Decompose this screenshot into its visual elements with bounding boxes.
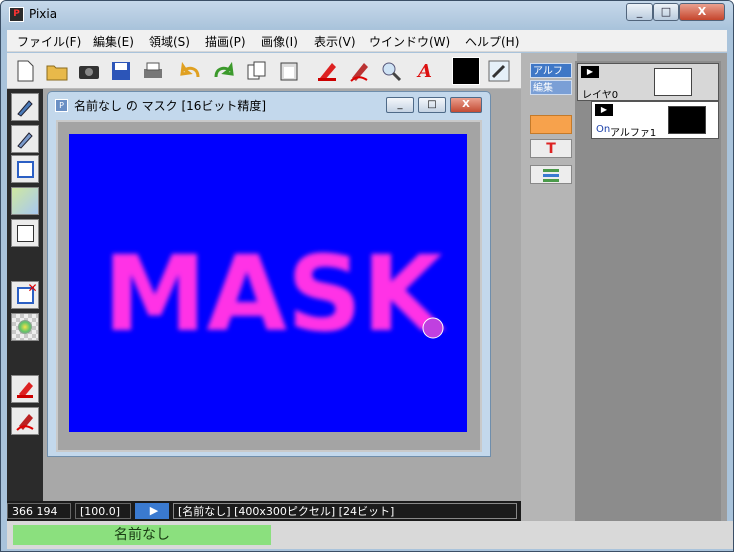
right-panel: アルファ1 編集 T ▶ レイヤ0 ▶ On アルファ1	[521, 53, 727, 549]
toolbar: A	[7, 53, 521, 89]
tab-edit[interactable]: 編集	[530, 80, 572, 95]
document-title: 名前なし の マスク [16ビット精度]	[74, 99, 267, 113]
menu-view[interactable]: 表示(V)	[314, 33, 356, 50]
print-icon[interactable]	[139, 57, 167, 85]
clear-selection-icon[interactable]: ✕	[11, 281, 39, 309]
new-file-icon[interactable]	[11, 57, 39, 85]
rectangle-select-icon[interactable]	[11, 155, 39, 183]
save-icon[interactable]	[107, 57, 135, 85]
image-info: [名前なし] [400x300ピクセル] [24ビット]	[173, 503, 517, 519]
orange-swatch-button[interactable]	[530, 115, 572, 134]
brush-cursor	[422, 317, 444, 339]
layer-thumbnail	[668, 106, 706, 134]
pixia-window: P Pixia _ □ X ファイル(F) 編集(E) 領域(S) 描画(P) …	[0, 0, 734, 552]
layer-name: アルファ1	[610, 128, 657, 139]
layer-item[interactable]: ▶ レイヤ0	[577, 63, 719, 101]
status-bar: 366 194 [100.0] ▶ [名前なし] [400x300ピクセル] […	[7, 501, 521, 521]
gradient-icon[interactable]	[11, 187, 39, 215]
canvas-mask-text: MASK	[103, 233, 446, 355]
document-minimize-button[interactable]: _	[386, 97, 414, 113]
document-close-button[interactable]: X	[450, 97, 482, 113]
redo-icon[interactable]	[209, 57, 237, 85]
layer-stack-icon[interactable]	[530, 165, 572, 184]
texture-icon[interactable]	[11, 313, 39, 341]
rectangle-icon[interactable]	[11, 219, 39, 247]
bucket-2-icon[interactable]	[11, 407, 39, 435]
mask-canvas[interactable]: MASK	[69, 134, 467, 432]
right-panel-controls: アルファ1 編集 T	[521, 53, 577, 549]
pen-icon[interactable]	[345, 57, 373, 85]
menu-window[interactable]: ウインドウ(W)	[369, 33, 450, 50]
layer-prefix: On	[596, 124, 611, 135]
document-maximize-button[interactable]: □	[418, 97, 446, 113]
tab-alpha1[interactable]: アルファ1	[530, 63, 572, 92]
document-tabs-bar: 名前なし	[7, 521, 733, 549]
maximize-button[interactable]: □	[653, 3, 679, 21]
menu-bar: ファイル(F) 編集(E) 領域(S) 描画(P) 画像(I) 表示(V) ウイ…	[7, 30, 727, 52]
pen-tool-icon[interactable]	[11, 93, 39, 121]
layer-name: レイヤ0	[582, 90, 619, 101]
undo-icon[interactable]	[177, 57, 205, 85]
layer-thumbnail	[654, 68, 692, 96]
color-swatch-icon[interactable]	[451, 57, 481, 85]
menu-draw[interactable]: 描画(P)	[205, 33, 246, 50]
text-a-icon[interactable]: A	[411, 57, 439, 85]
document-tab[interactable]: 名前なし	[13, 525, 271, 545]
play-icon[interactable]: ▶	[135, 503, 169, 519]
document-icon: P	[55, 99, 68, 112]
title-bar[interactable]: P Pixia _ □ X	[1, 1, 733, 29]
camera-icon[interactable]	[75, 57, 103, 85]
menu-region[interactable]: 領域(S)	[149, 33, 190, 50]
menu-edit[interactable]: 編集(E)	[93, 33, 134, 50]
magnifier-icon[interactable]	[377, 57, 405, 85]
pixia-app-icon[interactable]: P	[9, 7, 24, 22]
close-button[interactable]: X	[679, 3, 725, 21]
text-mark-icon[interactable]: T	[530, 139, 572, 158]
bucket-icon[interactable]	[11, 375, 39, 403]
left-tool-bar: ✕	[7, 89, 43, 501]
eyedropper-icon[interactable]	[485, 57, 513, 85]
visibility-icon[interactable]: ▶	[581, 66, 599, 78]
menu-file[interactable]: ファイル(F)	[17, 33, 81, 50]
minimize-button[interactable]: _	[626, 3, 653, 21]
layers-list: ▶ レイヤ0 ▶ On アルファ1	[575, 61, 721, 549]
copy-icon[interactable]	[243, 57, 271, 85]
menu-image[interactable]: 画像(I)	[261, 33, 298, 50]
coordinates-readout: 366 194	[7, 503, 71, 519]
paste-icon[interactable]	[275, 57, 303, 85]
fill-pen-icon[interactable]	[313, 57, 341, 85]
canvas-frame: MASK	[56, 120, 482, 452]
pen-tool-2-icon[interactable]	[11, 125, 39, 153]
zoom-level[interactable]: [100.0]	[75, 503, 131, 519]
document-window: P 名前なし の マスク [16ビット精度] _ □ X MASK	[47, 91, 491, 457]
menu-help[interactable]: ヘルプ(H)	[465, 33, 519, 50]
visibility-icon[interactable]: ▶	[595, 104, 613, 116]
layer-item[interactable]: ▶ On アルファ1	[591, 101, 719, 139]
app-title: Pixia	[29, 7, 58, 21]
open-folder-icon[interactable]	[43, 57, 71, 85]
